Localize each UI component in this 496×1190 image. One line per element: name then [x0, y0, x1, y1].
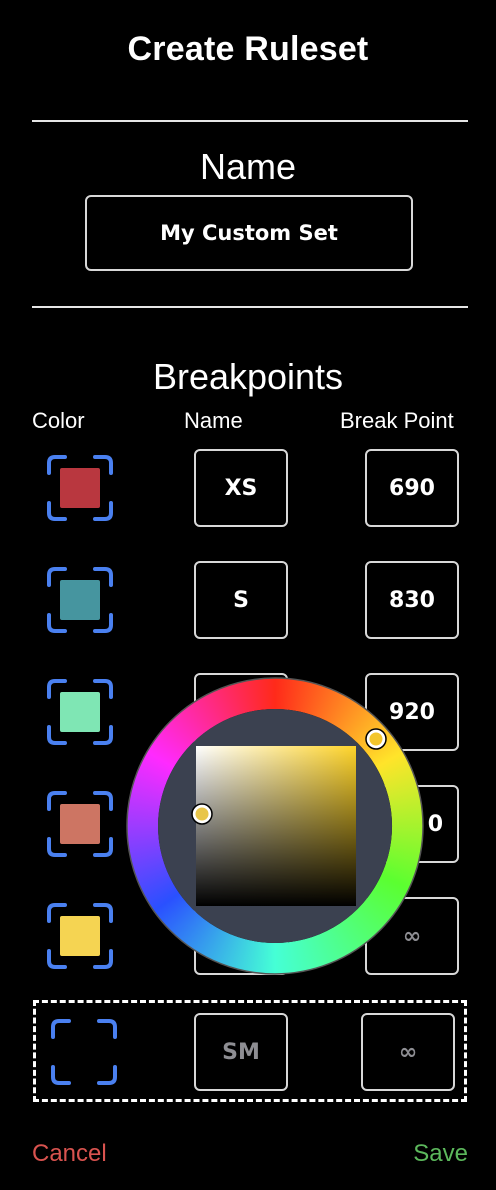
- color-swatch: [60, 468, 100, 508]
- new-breakpoint-name-input[interactable]: SM: [194, 1013, 288, 1091]
- color-picker-popover[interactable]: [126, 677, 424, 975]
- breakpoints-heading: Breakpoints: [152, 356, 344, 397]
- divider: [32, 306, 468, 308]
- saturation-value-area[interactable]: [196, 746, 356, 906]
- color-swatch: [60, 804, 100, 844]
- breakpoint-value-field[interactable]: 830: [365, 561, 459, 639]
- breakpoint-value-field[interactable]: 690: [365, 449, 459, 527]
- focus-brackets-icon: [51, 1019, 117, 1085]
- cancel-button[interactable]: Cancel: [32, 1140, 107, 1168]
- ruleset-name-input[interactable]: My Custom Set: [85, 195, 413, 271]
- page-title: Create Ruleset: [127, 30, 369, 68]
- column-header-name: Name: [184, 408, 243, 433]
- new-color-swatch-button[interactable]: [51, 1019, 117, 1085]
- new-breakpoint-value-input[interactable]: ∞: [361, 1013, 455, 1091]
- color-swatch-button[interactable]: [47, 679, 113, 745]
- column-header-color: Color: [32, 408, 85, 433]
- column-header-break-point: Break Point: [340, 408, 454, 433]
- color-swatch: [60, 916, 100, 956]
- name-heading: Name: [199, 146, 297, 187]
- color-swatch: [60, 692, 100, 732]
- saturation-handle[interactable]: [191, 803, 213, 825]
- breakpoint-name-field[interactable]: S: [194, 561, 288, 639]
- color-swatch: [60, 580, 100, 620]
- save-button[interactable]: Save: [413, 1140, 468, 1168]
- color-swatch-button[interactable]: [47, 903, 113, 969]
- hue-handle[interactable]: [365, 728, 387, 750]
- divider: [32, 120, 468, 122]
- color-swatch-button[interactable]: [47, 791, 113, 857]
- color-swatch-button[interactable]: [47, 455, 113, 521]
- breakpoint-name-field[interactable]: XS: [194, 449, 288, 527]
- color-swatch-button[interactable]: [47, 567, 113, 633]
